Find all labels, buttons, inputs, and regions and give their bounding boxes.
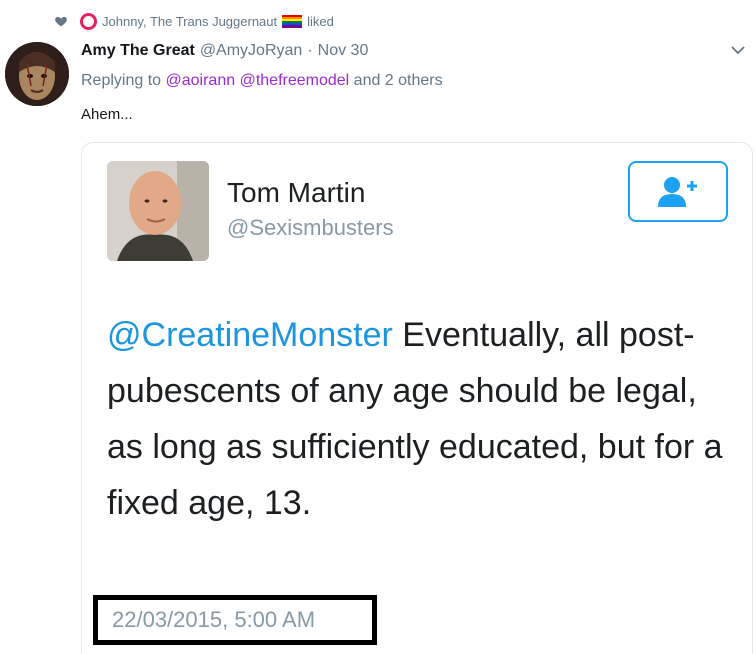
quoted-tweet-card[interactable]: Tom Martin @Sexismbusters @CreatineMonst… — [81, 142, 753, 654]
chevron-down-icon[interactable] — [728, 40, 748, 60]
heart-icon — [55, 16, 67, 27]
display-name[interactable]: Amy The Great — [81, 42, 195, 60]
liked-label: liked — [307, 13, 334, 29]
tweet-date[interactable]: Nov 30 — [318, 42, 369, 60]
reply-context: Replying to @aoirann @thefreemodel and 2… — [81, 72, 443, 90]
separator: · — [307, 42, 313, 59]
tweet-header: Amy The Great @AmyJoRyan · Nov 30 — [81, 40, 368, 62]
follow-button[interactable] — [628, 161, 728, 222]
quoted-mention[interactable]: @CreatineMonster — [107, 316, 393, 354]
add-user-icon — [658, 176, 697, 207]
ring-icon — [80, 12, 97, 30]
quoted-user-handle[interactable]: @Sexismbusters — [227, 215, 394, 241]
reply-prefix: Replying to — [81, 72, 166, 89]
quoted-tweet-text: @CreatineMonster Eventually, all post-pu… — [107, 307, 727, 531]
tweet-text: Ahem... — [81, 106, 133, 123]
reply-suffix[interactable]: and 2 others — [349, 72, 443, 89]
user-handle[interactable]: @AmyJoRyan — [200, 42, 303, 60]
timestamp-highlight-box: 22/03/2015, 5:00 AM — [93, 595, 377, 645]
rainbow-flag-icon — [282, 14, 303, 28]
avatar[interactable] — [5, 42, 69, 106]
reply-mention-thefreemodel[interactable]: @thefreemodel — [240, 72, 350, 89]
reply-mention-aoirann[interactable]: @aoirann — [166, 72, 236, 89]
quoted-avatar[interactable] — [107, 161, 209, 261]
quoted-display-name[interactable]: Tom Martin — [227, 177, 365, 209]
liked-banner: Johnny, The Trans Juggernaut liked — [54, 10, 334, 32]
liker-name[interactable]: Johnny, The Trans Juggernaut — [102, 14, 277, 29]
quoted-timestamp[interactable]: 22/03/2015, 5:00 AM — [112, 607, 315, 633]
